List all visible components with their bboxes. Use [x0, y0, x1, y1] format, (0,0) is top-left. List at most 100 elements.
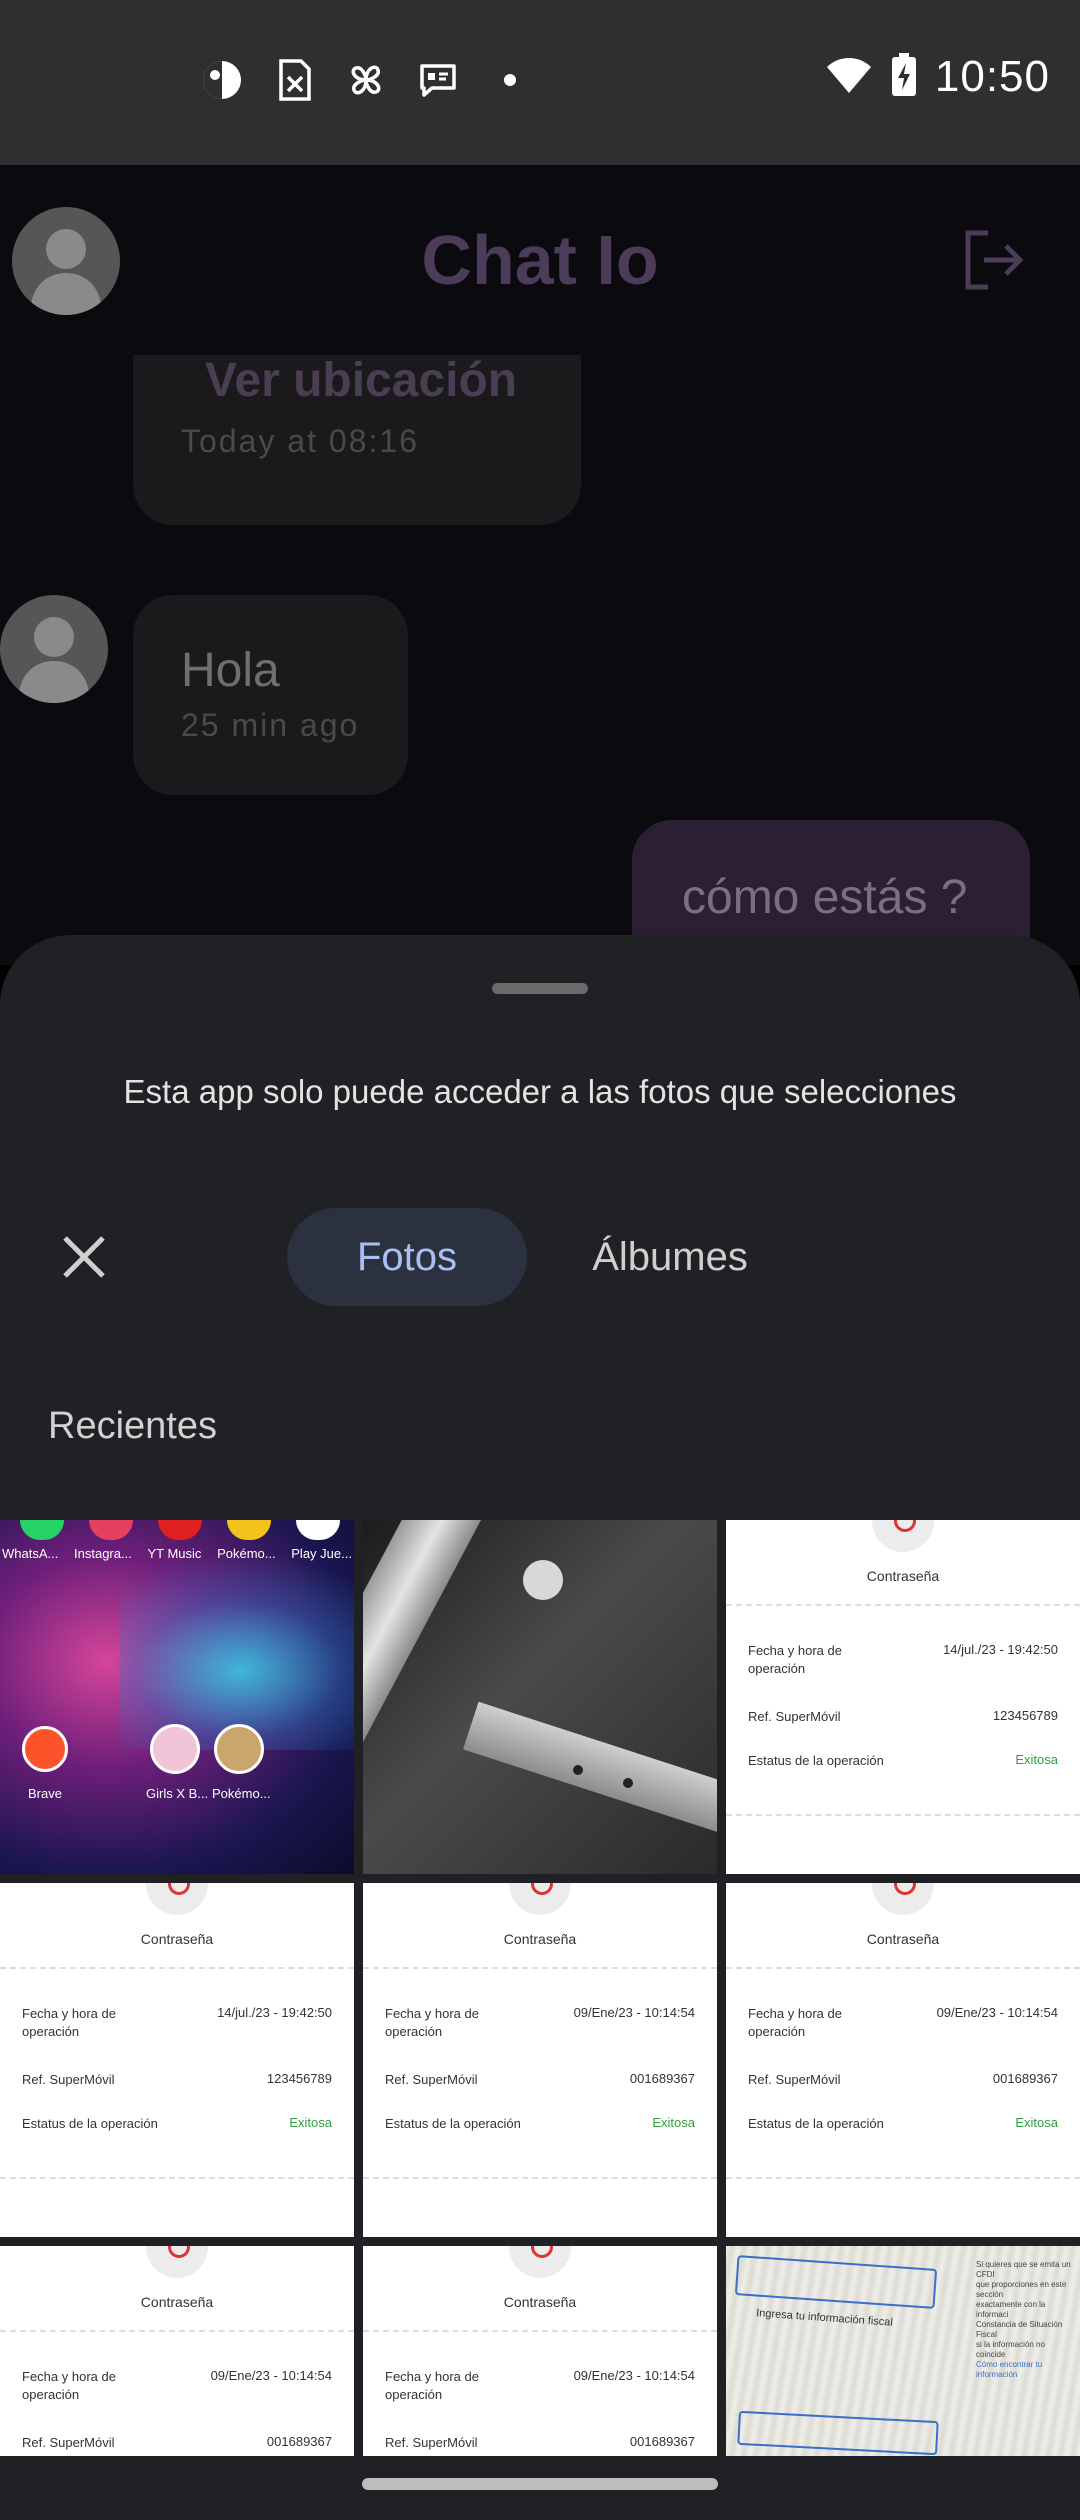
- app-label: Girls X B...: [146, 1786, 209, 1801]
- receipt-value: 001689367: [629, 2434, 695, 2449]
- assistant-icon: [200, 58, 244, 102]
- message-bubble[interactable]: Hola 25 min ago: [133, 595, 408, 795]
- receipt-title: Contraseña: [503, 2294, 577, 2310]
- chat-header: Chat Io: [0, 165, 1080, 355]
- photo-metal-frame[interactable]: [363, 1520, 717, 1874]
- app-label: Instagra...: [74, 1546, 132, 1561]
- message-text: Hola: [181, 644, 280, 697]
- photo-picker-sheet: Esta app solo puede acceder a las fotos …: [0, 935, 1080, 2520]
- photo-receipt[interactable]: Contraseña Fecha y hora de operación 14/j…: [0, 1883, 354, 2237]
- key-icon: [146, 1883, 208, 1915]
- document-text: Constancia de Situación Fiscal: [976, 2320, 1063, 2339]
- document-text: Si quieres que se emita un CFDI: [976, 2260, 1071, 2279]
- close-button[interactable]: [52, 1225, 116, 1289]
- receipt-value: 001689367: [992, 2071, 1058, 2086]
- receipt-title: Contraseña: [140, 2294, 214, 2310]
- receipt-title: Contraseña: [866, 1568, 940, 1584]
- app-label: Brave: [28, 1786, 62, 1801]
- status-right: 10:50: [825, 52, 1050, 102]
- message-time: 25 min ago: [181, 707, 360, 743]
- receipt-status: Exitosa: [1015, 2115, 1058, 2130]
- drag-handle[interactable]: [492, 983, 588, 994]
- receipt-label: Ref. SuperMóvil: [748, 1709, 841, 1724]
- photo-home-screen[interactable]: WhatsA... Instagra... YT Music Pokémo...…: [0, 1520, 354, 1874]
- photo-receipt[interactable]: Contraseña Fecha y hora de operación 14/j…: [726, 1520, 1080, 1874]
- app-title: Chat Io: [421, 221, 659, 299]
- receipt-label: Estatus de la operación: [748, 2116, 884, 2131]
- receipt-label: Fecha y hora de operación: [748, 1643, 842, 1676]
- message-icon: [416, 58, 460, 102]
- receipt-value: 123456789: [266, 2071, 332, 2086]
- receipt-value: 14/jul./23 - 19:42:50: [217, 2005, 332, 2020]
- clock: 10:50: [934, 52, 1050, 101]
- status-notification-icons: [200, 58, 532, 102]
- key-icon: [872, 1520, 934, 1552]
- key-icon: [509, 1883, 571, 1915]
- receipt-label: Fecha y hora de operación: [22, 2006, 116, 2039]
- access-notice: Esta app solo puede acceder a las fotos …: [123, 1073, 957, 1110]
- receipt-value: 09/Ene/23 - 10:14:54: [573, 2368, 695, 2383]
- tab-albums[interactable]: Álbumes: [560, 1208, 780, 1306]
- status-bar: 10:50: [0, 0, 1080, 165]
- sender-avatar[interactable]: [0, 595, 108, 703]
- photo-document[interactable]: Ingresa tu información fiscal Si quieres…: [726, 2246, 1080, 2456]
- receipt-value: 001689367: [266, 2434, 332, 2449]
- home-gesture-bar[interactable]: [362, 2478, 718, 2490]
- message-bubble[interactable]: Ver ubicación Today at 08:16: [133, 354, 581, 525]
- receipt-status: Exitosa: [1015, 1752, 1058, 1767]
- close-icon: [63, 1236, 105, 1278]
- receipt-label: Fecha y hora de operación: [385, 2369, 479, 2402]
- receipt-label: Ref. SuperMóvil: [22, 2072, 115, 2087]
- photo-receipt[interactable]: Contraseña Fecha y hora de operación 09/E…: [726, 1883, 1080, 2237]
- tab-photos[interactable]: Fotos: [287, 1208, 527, 1306]
- receipt-label: Ref. SuperMóvil: [385, 2435, 478, 2450]
- receipt-status: Exitosa: [652, 2115, 695, 2130]
- receipt-status: Exitosa: [289, 2115, 332, 2130]
- receipt-label: Ref. SuperMóvil: [748, 2072, 841, 2087]
- message-text: cómo estás ?: [682, 871, 968, 924]
- chat-screen: Chat Io Ver ubicación Today at 08:16 Hol…: [0, 165, 1080, 965]
- receipt-value: 09/Ene/23 - 10:14:54: [936, 2005, 1058, 2020]
- sim-off-icon: [272, 58, 316, 102]
- document-text: si la información no coincide: [976, 2340, 1045, 2359]
- receipt-title: Contraseña: [866, 1931, 940, 1947]
- receipt-label: Ref. SuperMóvil: [22, 2435, 115, 2450]
- key-icon: [872, 1883, 934, 1915]
- receipt-value: 123456789: [992, 1708, 1058, 1723]
- section-recent: Recientes: [48, 1405, 217, 1447]
- document-text: Cómo encontrar tu información: [976, 2360, 1043, 2379]
- key-icon: [146, 2246, 208, 2278]
- receipt-label: Fecha y hora de operación: [748, 2006, 842, 2039]
- photo-receipt[interactable]: Contraseña Fecha y hora de operación 09/E…: [0, 2246, 354, 2456]
- receipt-label: Fecha y hora de operación: [385, 2006, 479, 2039]
- key-icon: [509, 2246, 571, 2278]
- receipt-value: 14/jul./23 - 19:42:50: [943, 1642, 1058, 1657]
- receipt-value: 001689367: [629, 2071, 695, 2086]
- document-text: exactamente con la informaci: [976, 2300, 1046, 2319]
- app-label: WhatsA...: [2, 1546, 59, 1561]
- document-text: que proporciones en este sección: [976, 2280, 1067, 2299]
- battery-charging-icon: [891, 52, 917, 102]
- message-time: Today at 08:16: [181, 423, 419, 459]
- receipt-label: Estatus de la operación: [748, 1753, 884, 1768]
- app-label: YT Music: [147, 1546, 202, 1561]
- receipt-label: Ref. SuperMóvil: [385, 2072, 478, 2087]
- app-label: Play Jue...: [291, 1546, 352, 1561]
- wifi-icon: [825, 55, 873, 100]
- photo-receipt[interactable]: Contraseña Fecha y hora de operación 09/E…: [363, 1883, 717, 2237]
- receipt-label: Estatus de la operación: [22, 2116, 158, 2131]
- pokemon-icon: [214, 1724, 264, 1774]
- receipt-label: Fecha y hora de operación: [22, 2369, 116, 2402]
- app-label: Pokémo...: [217, 1546, 276, 1561]
- logout-icon[interactable]: [958, 225, 1028, 295]
- girls-x-battle-icon: [150, 1724, 200, 1774]
- app-label: Pokémo...: [212, 1786, 271, 1801]
- photo-receipt[interactable]: Contraseña Fecha y hora de operación 09/E…: [363, 2246, 717, 2456]
- receipt-title: Contraseña: [503, 1931, 577, 1947]
- brave-icon: [22, 1726, 68, 1772]
- receipt-value: 09/Ene/23 - 10:14:54: [573, 2005, 695, 2020]
- receipt-title: Contraseña: [140, 1931, 214, 1947]
- pinwheel-icon: [344, 58, 388, 102]
- message-text: Ver ubicación: [205, 354, 518, 407]
- receipt-label: Estatus de la operación: [385, 2116, 521, 2131]
